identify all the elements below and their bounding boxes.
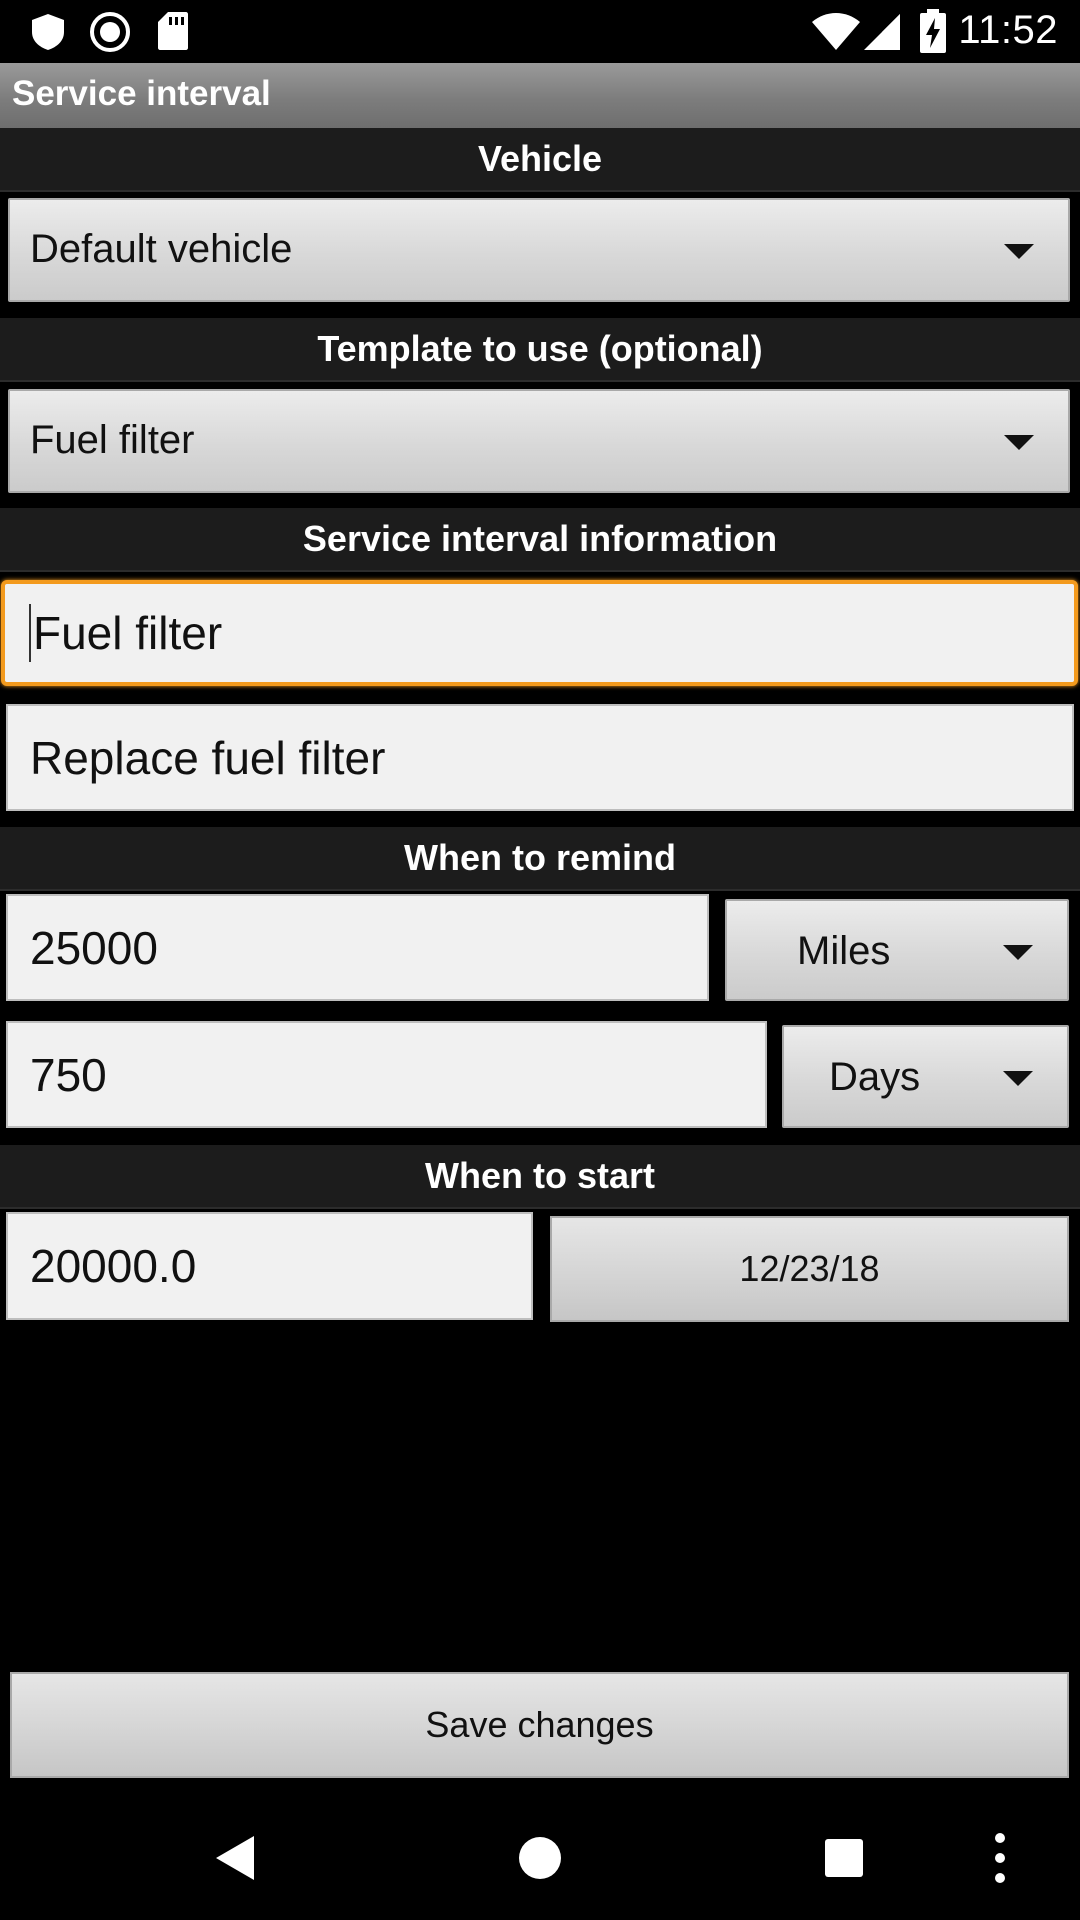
dropdown-caret-icon	[1003, 1071, 1033, 1086]
shield-icon	[32, 14, 64, 50]
cell-signal-icon	[864, 14, 900, 50]
section-header-info-label: Service interval information	[302, 518, 778, 559]
record-icon	[90, 12, 130, 52]
template-spinner-value: Fuel filter	[30, 418, 195, 462]
interval-description-field[interactable]: Replace fuel filter	[6, 704, 1074, 811]
status-bar: 11:52	[0, 0, 1080, 63]
section-header-remind-label: When to remind	[404, 837, 676, 878]
remind-distance-field[interactable]: 25000	[6, 894, 709, 1001]
navigation-bar	[0, 1800, 1080, 1920]
status-time: 11:52	[958, 8, 1058, 52]
wifi-icon	[812, 13, 860, 50]
section-header-remind: When to remind	[0, 827, 1080, 891]
save-changes-button[interactable]: Save changes	[10, 1672, 1069, 1778]
start-odometer-value: 20000.0	[30, 1240, 197, 1292]
template-spinner[interactable]: Fuel filter	[8, 389, 1070, 493]
start-odometer-field[interactable]: 20000.0	[6, 1212, 533, 1320]
vehicle-spinner-value: Default vehicle	[30, 227, 293, 271]
back-icon[interactable]	[214, 1834, 256, 1882]
dropdown-caret-icon	[1004, 244, 1034, 259]
remind-distance-value: 25000	[30, 921, 158, 974]
page-title: Service interval	[12, 74, 271, 113]
interval-name-value: Fuel filter	[33, 607, 223, 659]
sd-card-icon	[158, 12, 188, 50]
dropdown-caret-icon	[1004, 435, 1034, 450]
save-changes-label: Save changes	[425, 1704, 654, 1745]
start-date-label: 12/23/18	[739, 1248, 880, 1289]
recents-icon[interactable]	[824, 1838, 864, 1878]
section-header-template: Template to use (optional)	[0, 318, 1080, 382]
distance-unit-spinner[interactable]: Miles	[725, 899, 1069, 1001]
battery-charging-icon	[920, 9, 946, 53]
dropdown-caret-icon	[1003, 945, 1033, 960]
home-icon[interactable]	[518, 1836, 562, 1880]
section-header-start: When to start	[0, 1145, 1080, 1209]
vehicle-spinner[interactable]: Default vehicle	[8, 198, 1070, 302]
interval-name-field[interactable]: Fuel filter	[1, 580, 1078, 686]
time-unit-spinner[interactable]: Days	[782, 1025, 1069, 1128]
section-header-start-label: When to start	[425, 1155, 655, 1196]
remind-time-value: 750	[30, 1048, 107, 1101]
section-header-template-label: Template to use (optional)	[317, 328, 763, 369]
start-date-button[interactable]: 12/23/18	[550, 1216, 1069, 1322]
section-header-vehicle-label: Vehicle	[477, 138, 603, 179]
section-header-info: Service interval information	[0, 508, 1080, 572]
interval-description-value: Replace fuel filter	[30, 731, 386, 784]
time-unit-value: Days	[829, 1055, 921, 1099]
text-cursor	[29, 604, 31, 662]
section-header-vehicle: Vehicle	[0, 128, 1080, 192]
overflow-menu-icon[interactable]	[992, 1832, 1008, 1884]
remind-time-field[interactable]: 750	[6, 1021, 767, 1128]
distance-unit-value: Miles	[797, 929, 891, 973]
title-bar: Service interval	[0, 63, 1080, 128]
